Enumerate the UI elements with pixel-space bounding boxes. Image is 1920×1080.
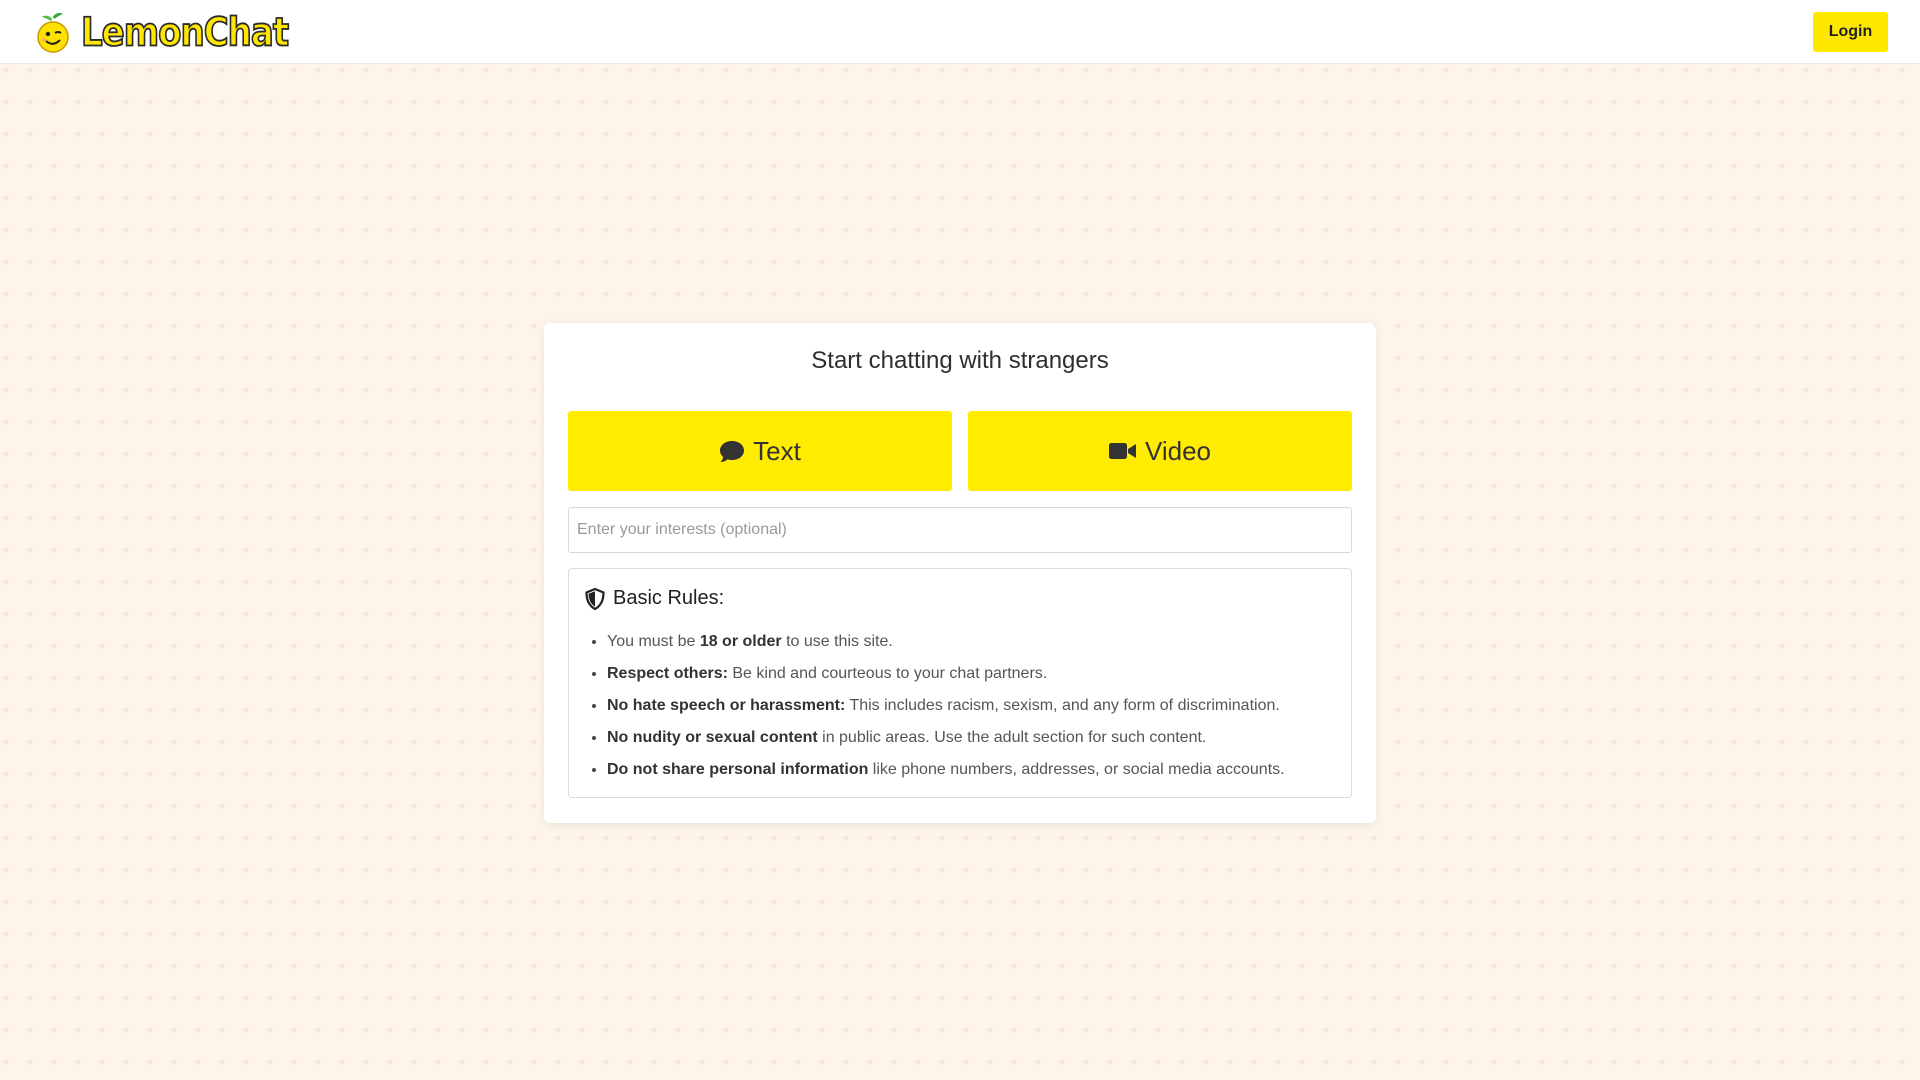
video-chat-label: Video bbox=[1144, 435, 1212, 466]
rules-list: You must be 18 or older to use this site… bbox=[569, 632, 1285, 792]
shield-icon bbox=[585, 587, 605, 610]
lemon-mascot-icon bbox=[37, 13, 69, 53]
comment-icon bbox=[720, 441, 745, 462]
rule-item-age: You must be 18 or older to use this site… bbox=[607, 632, 1285, 664]
video-camera-icon bbox=[1108, 443, 1136, 459]
rule-emphasis: No hate speech or harassment: bbox=[607, 697, 846, 714]
basic-rules-panel: Basic Rules: You must be 18 or older to … bbox=[568, 568, 1352, 798]
rule-text: Be kind and courteous to your chat partn… bbox=[727, 665, 1048, 682]
rule-item-nudity: No nudity or sexual content in public ar… bbox=[607, 728, 1285, 760]
brand-logo[interactable]: LemonChat bbox=[33, 9, 290, 57]
interests-input[interactable] bbox=[568, 507, 1352, 553]
rules-heading: Basic Rules: bbox=[585, 587, 724, 610]
text-chat-label: Text bbox=[753, 435, 801, 466]
rule-text: like phone numbers, addresses, or social… bbox=[868, 761, 1285, 778]
rules-heading-text: Basic Rules: bbox=[613, 587, 725, 609]
rule-item-respect: Respect others: Be kind and courteous to… bbox=[607, 664, 1285, 696]
text-chat-button[interactable]: Text bbox=[568, 411, 952, 491]
rule-item-hate-speech: No hate speech or harassment: This inclu… bbox=[607, 696, 1285, 728]
rule-emphasis: No nudity or sexual content bbox=[607, 729, 818, 746]
rule-emphasis: Respect others: bbox=[607, 665, 728, 682]
login-button[interactable]: Login bbox=[1813, 12, 1888, 52]
start-chat-card: Start chatting with strangers Text Video… bbox=[544, 323, 1376, 823]
brand-name: LemonChat bbox=[80, 9, 290, 57]
rule-text: You must be bbox=[607, 633, 700, 650]
rule-emphasis: Do not share personal information bbox=[607, 761, 869, 778]
video-chat-button[interactable]: Video bbox=[968, 411, 1352, 491]
rule-text: in public areas. Use the adult section f… bbox=[817, 729, 1207, 746]
rule-item-personal-info: Do not share personal information like p… bbox=[607, 760, 1285, 792]
top-navbar: LemonChat Login bbox=[0, 0, 1920, 64]
rule-text: to use this site. bbox=[781, 633, 893, 650]
rule-emphasis: 18 or older bbox=[699, 633, 782, 650]
card-title: Start chatting with strangers bbox=[811, 347, 1109, 374]
rule-text: This includes racism, sexism, and any fo… bbox=[845, 697, 1280, 714]
